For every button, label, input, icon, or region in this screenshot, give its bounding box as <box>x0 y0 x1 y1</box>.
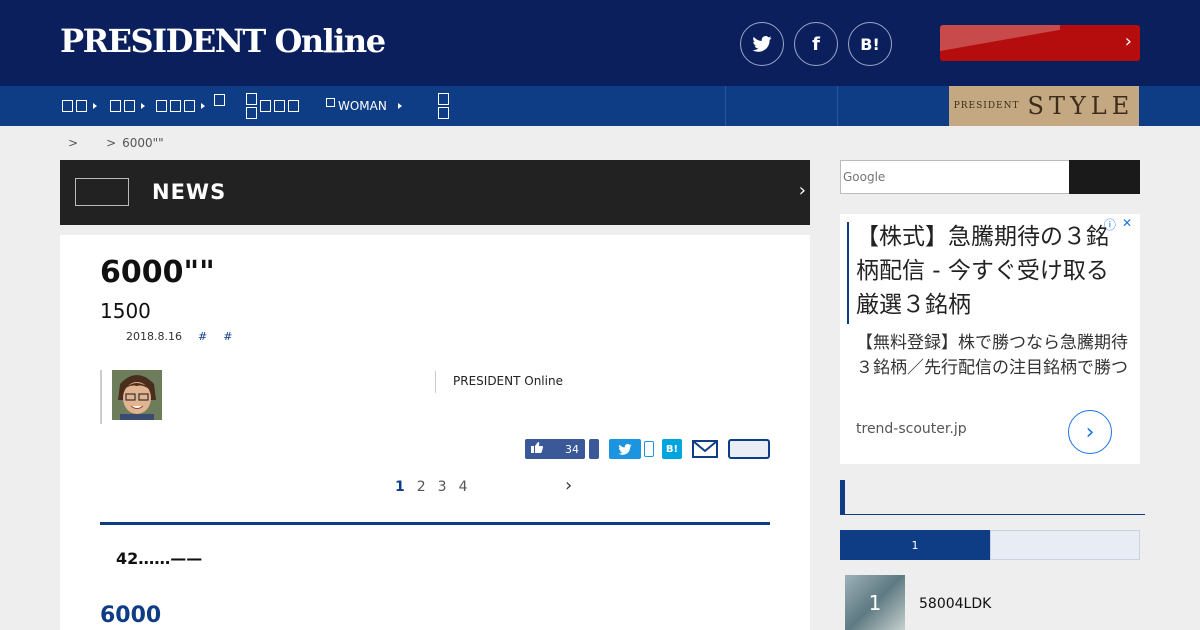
page-link[interactable]: 2 <box>417 479 426 495</box>
breadcrumb: > > 6000"" <box>68 136 164 150</box>
nav-glyph <box>438 107 449 119</box>
tweet-button[interactable] <box>609 439 641 459</box>
nav-item-woman[interactable]: WOMAN <box>326 86 402 126</box>
nav-glyph <box>76 100 87 112</box>
ad-headline[interactable]: 【株式】急騰期待の３銘柄配信 - 今すぐ受け取る厳選３銘柄 <box>856 220 1126 322</box>
nav-item-5[interactable] <box>246 86 299 126</box>
nav-item-1[interactable] <box>62 86 97 126</box>
search-button[interactable] <box>1069 160 1140 194</box>
tweet-count <box>644 441 654 457</box>
article-date: 2018.8.16 <box>126 330 182 343</box>
category-name: NEWS <box>152 180 227 204</box>
nav-glyph <box>156 100 167 112</box>
chevron-right-icon[interactable]: › <box>1068 410 1112 454</box>
ranking-title[interactable]: 58004LDK <box>919 596 991 612</box>
breadcrumb-current: 6000"" <box>122 136 164 150</box>
nav-glyph <box>260 100 271 112</box>
ranking-tab[interactable] <box>990 530 1140 560</box>
nav-glyph <box>438 93 449 105</box>
page-link[interactable]: 4 <box>459 479 468 495</box>
mail-icon[interactable] <box>692 440 718 458</box>
ad-source: trend-scouter.jp <box>856 421 967 437</box>
nav-item-3[interactable] <box>156 86 205 126</box>
pagination: 1 2 3 4 <box>395 479 468 495</box>
style-banner-small: PRESIDENT <box>953 101 1020 111</box>
article-meta: 2018.8.16 # # <box>126 330 232 343</box>
article-title: 6000"" <box>100 255 215 290</box>
caret-right-icon <box>93 103 97 109</box>
president-style-banner[interactable]: PRESIDENT STYLE <box>949 86 1139 126</box>
nav-glyph <box>246 93 257 105</box>
page-link-current[interactable]: 1 <box>395 479 405 495</box>
article-tag[interactable]: # <box>223 330 232 343</box>
article-lead: 42……—— <box>116 549 203 568</box>
author-avatar[interactable] <box>112 370 162 420</box>
nav-divider <box>837 86 838 126</box>
promo-banner-highlight <box>940 25 1060 61</box>
nav-item-label: WOMAN <box>338 99 387 113</box>
facebook-share-button[interactable] <box>589 439 599 459</box>
category-box <box>75 178 129 206</box>
search-input[interactable] <box>840 160 1070 194</box>
nav-glyph <box>62 100 73 112</box>
article-subtitle: 1500 <box>100 299 151 323</box>
caret-right-icon <box>141 103 145 109</box>
facebook-icon[interactable]: f <box>794 22 838 66</box>
content-divider <box>100 522 770 525</box>
nav-item-2[interactable] <box>110 86 145 126</box>
author-divider <box>100 370 102 424</box>
nav-glyph-stack <box>438 93 449 119</box>
ranking-thumbnail[interactable]: 1 <box>845 575 905 630</box>
nav-item-4[interactable] <box>214 86 225 126</box>
article-heading: 6000 <box>100 603 162 628</box>
ranking-tab-active[interactable]: 1 <box>840 530 990 560</box>
ranking-number: 1 <box>868 590 882 615</box>
page-link[interactable]: 3 <box>438 479 447 495</box>
ad-body: 【無料登録】株で勝つなら急騰期待３銘柄／先行配信の注目銘柄で勝つ <box>856 333 1128 378</box>
breadcrumb-separator: > <box>68 136 79 150</box>
nav-glyph <box>274 100 285 112</box>
article-tag[interactable]: # <box>198 330 207 343</box>
article: 6000"" 1500 2018.8.16 # # PRESIDENT Onli… <box>60 235 810 630</box>
category-bar[interactable]: NEWS › <box>60 160 810 225</box>
nav-glyph <box>110 100 121 112</box>
nav-glyph <box>170 100 181 112</box>
nav-divider <box>725 86 726 126</box>
promo-banner-button[interactable]: › <box>940 25 1140 61</box>
twitter-icon <box>618 443 632 455</box>
breadcrumb-separator: > <box>106 136 117 150</box>
style-banner-big: STYLE <box>1027 92 1135 120</box>
hatena-bookmark-button[interactable]: B! <box>662 439 682 459</box>
twitter-icon[interactable] <box>740 22 784 66</box>
nav-glyph <box>326 97 335 107</box>
nav-glyph <box>246 107 257 119</box>
chevron-right-icon: › <box>798 180 806 201</box>
clip-button[interactable] <box>728 439 770 459</box>
site-header: PRESIDENT Online f B! › <box>0 0 1200 86</box>
facebook-like-button[interactable]: 34 <box>525 439 585 459</box>
ad-accent-bar <box>847 222 849 324</box>
chevron-right-icon: › <box>1124 31 1132 52</box>
thumbs-up-icon <box>531 442 544 456</box>
site-logo[interactable]: PRESIDENT Online <box>60 22 386 60</box>
nav-item-7[interactable] <box>438 86 449 126</box>
like-count: 34 <box>565 442 579 456</box>
hatena-bookmark-icon[interactable]: B! <box>848 22 892 66</box>
next-page-icon[interactable]: › <box>565 475 572 496</box>
sponsored-ad[interactable]: ⓘ ✕ 【株式】急騰期待の３銘柄配信 - 今すぐ受け取る厳選３銘柄 【無料登録】… <box>840 214 1140 464</box>
publisher-name: PRESIDENT Online <box>453 374 563 388</box>
author-divider <box>435 371 436 393</box>
nav-glyph <box>124 100 135 112</box>
nav-glyph <box>214 94 225 106</box>
nav-glyph <box>288 100 299 112</box>
nav-glyph-stack <box>246 93 257 119</box>
caret-right-icon <box>201 103 205 109</box>
ranking-header <box>840 480 1145 515</box>
nav-glyph <box>184 100 195 112</box>
caret-right-icon <box>397 103 402 109</box>
